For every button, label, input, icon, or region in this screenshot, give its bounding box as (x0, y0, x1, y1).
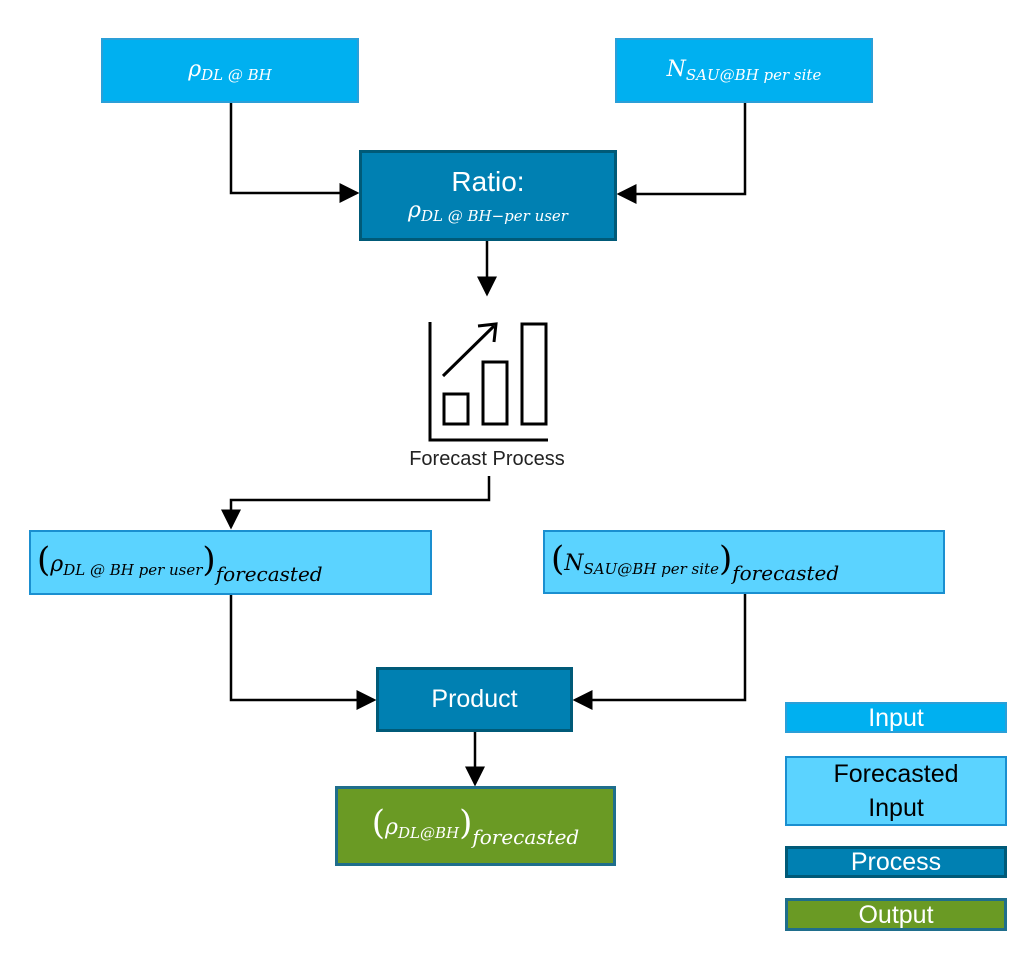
arrow-rho-to-ratio (229, 103, 360, 203)
arrow-n-fc-to-product (572, 594, 747, 710)
legend-process: Process (785, 846, 1007, 878)
node-ratio: Ratio: ρDL @ BH−per user (359, 150, 617, 241)
legend-output: Output (785, 898, 1007, 931)
arrow-rho-fc-to-product (229, 595, 377, 710)
node-product: Product (376, 667, 573, 732)
bar-chart-trend-icon (428, 322, 548, 442)
arrow-forecast-to-rho-fc (221, 476, 491, 530)
forecast-process-label: Forecast Process (409, 448, 565, 470)
node-rho-dl-bh: ρDL @ BH (101, 38, 359, 103)
node-n-sau: NSAU@BH per site (615, 38, 873, 103)
arrow-n-to-ratio (616, 103, 747, 204)
node-n-forecasted: (NSAU@BH per site)forecasted (543, 530, 945, 594)
node-output: (ρDL@BH)forecasted (335, 786, 616, 866)
legend-input: Input (785, 702, 1007, 733)
node-rho-forecasted: (ρDL @ BH per user)forecasted (29, 530, 432, 595)
legend-forecasted-input: Forecasted Input (785, 756, 1007, 826)
